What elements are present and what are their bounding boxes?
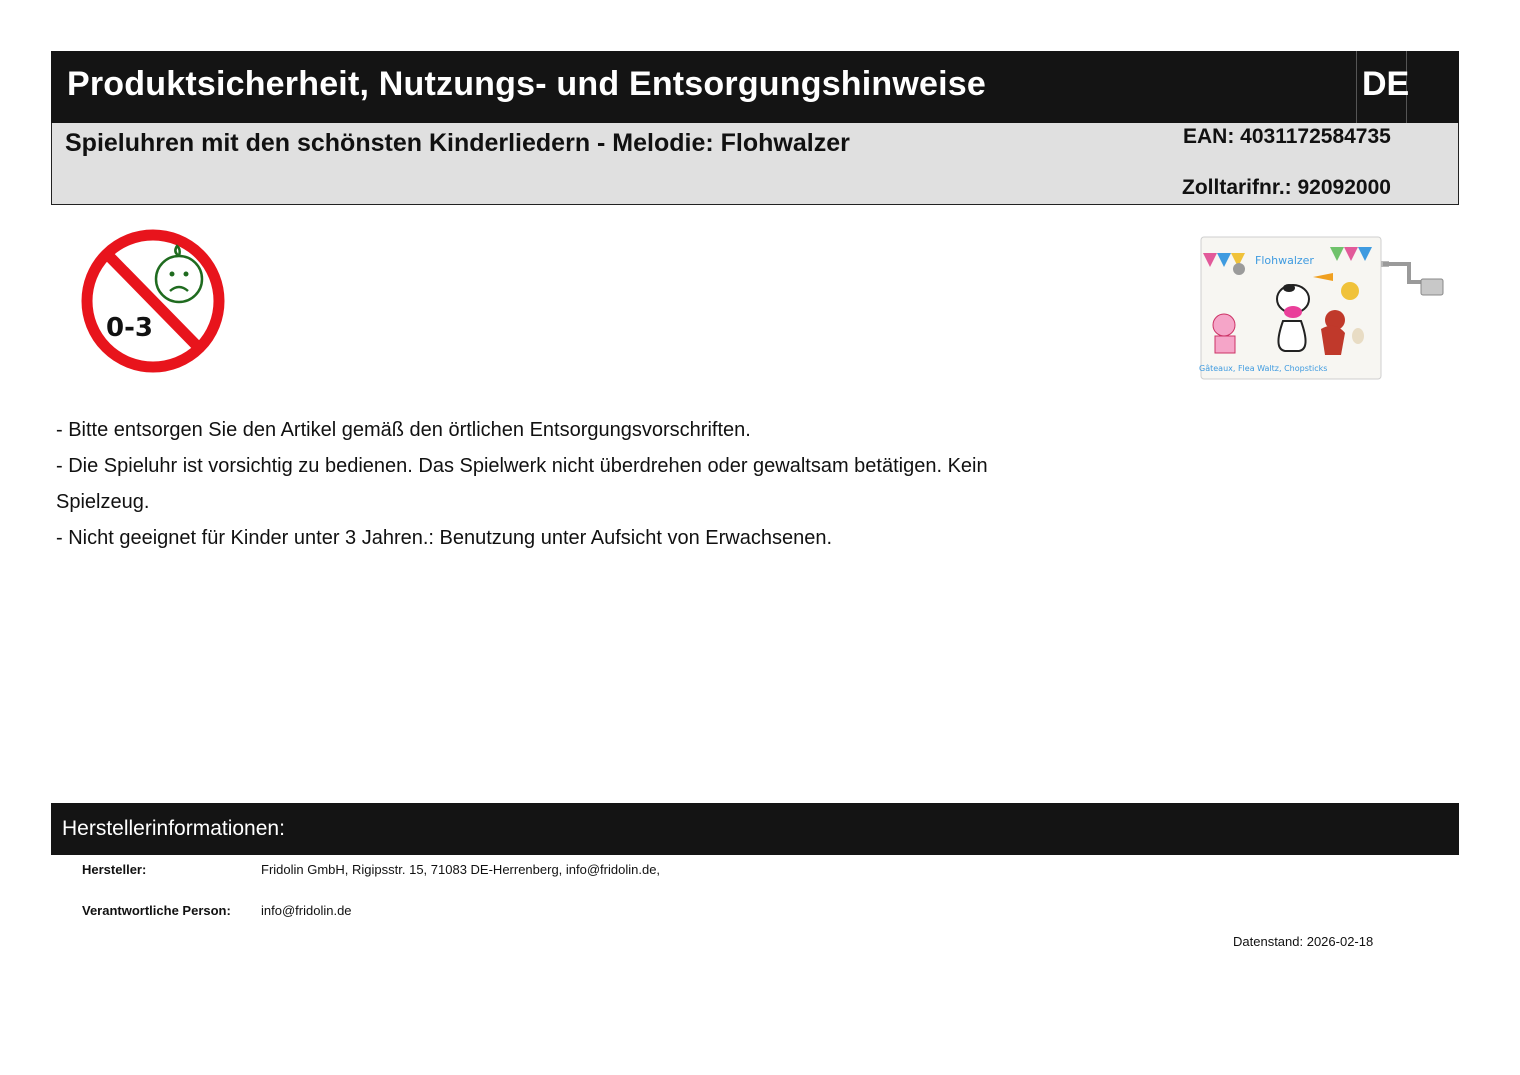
language-code: DE xyxy=(1356,51,1409,123)
product-header: Spieluhren mit den schönsten Kinderliede… xyxy=(51,123,1459,205)
data-status-date: Datenstand: 2026-02-18 xyxy=(1233,934,1374,949)
disposal-note: - Bitte entsorgen Sie den Artikel gemäß … xyxy=(56,419,751,441)
box-footer: Gâteaux, Flea Waltz, Chopsticks xyxy=(1199,364,1327,373)
responsible-person-key: Verantwortliche Person: xyxy=(82,903,231,918)
ean-code: EAN: 4031172584735 xyxy=(1183,125,1391,148)
manufacturer-section-header: Herstellerinformationen: xyxy=(51,803,1459,855)
customs-tariff-number: Zolltarifnr.: 92092000 xyxy=(1182,176,1391,199)
usage-notes: - Bitte entsorgen Sie den Artikel gemäß … xyxy=(56,412,1086,556)
age-warning-note: - Nicht geeignet für Kinder unter 3 Jahr… xyxy=(56,527,833,549)
product-name: Spieluhren mit den schönsten Kinderliede… xyxy=(65,129,850,157)
box-title: Flohwalzer xyxy=(1255,254,1314,267)
document-header: Produktsicherheit, Nutzungs- und Entsorg… xyxy=(51,51,1459,123)
manufacturer-value: Fridolin GmbH, Rigipsstr. 15, 71083 DE-H… xyxy=(261,862,661,877)
handling-note: - Die Spieluhr ist vorsichtig zu bediene… xyxy=(56,455,988,513)
not-for-children-under-3-icon: 0-3 xyxy=(81,229,225,373)
manufacturer-key: Hersteller: xyxy=(82,862,147,877)
manufacturer-section-label: Herstellerinformationen: xyxy=(62,817,285,840)
music-box-image: Flohwalzer Gâteaux, Flea Waltz, Chopstic… xyxy=(1199,236,1444,380)
responsible-person-value: info@fridolin.de xyxy=(261,903,352,918)
age-label: 0-3 xyxy=(106,313,153,343)
page-title: Produktsicherheit, Nutzungs- und Entsorg… xyxy=(67,65,987,103)
